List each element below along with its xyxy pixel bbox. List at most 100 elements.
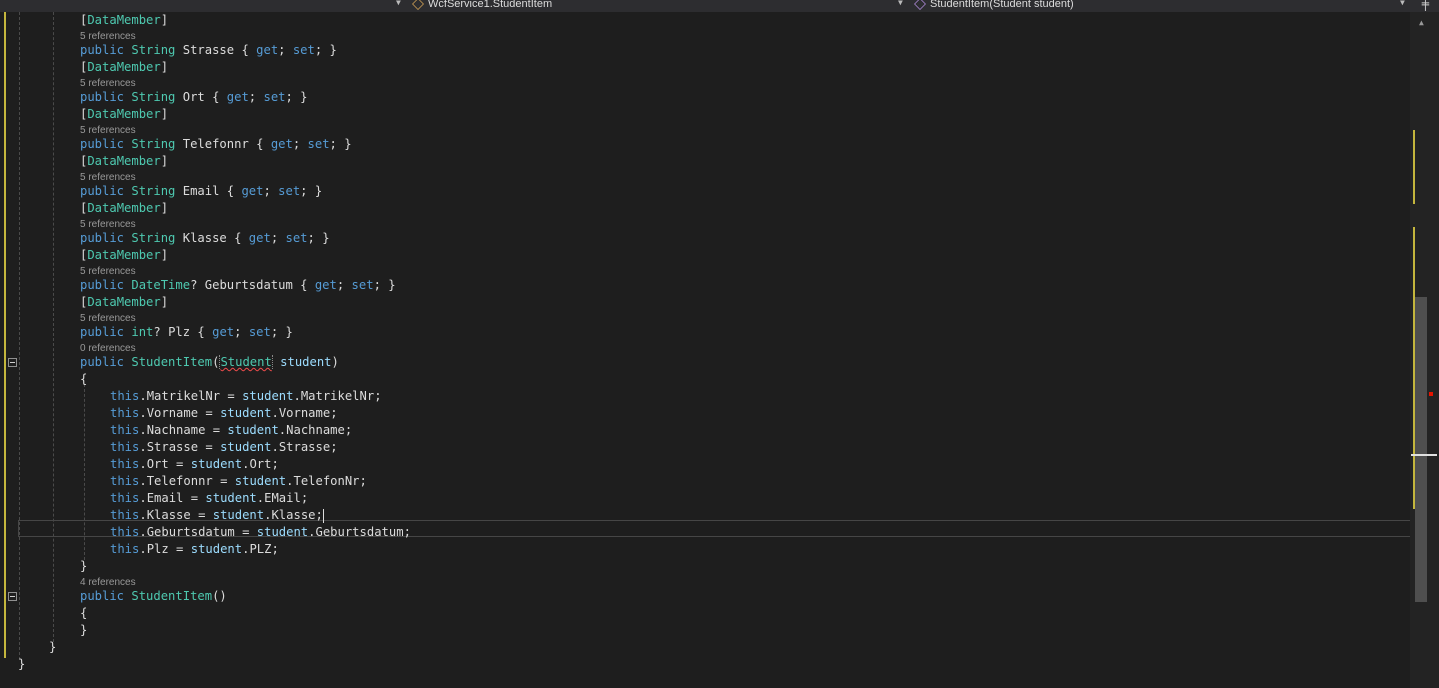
property-name: Plz <box>168 325 191 339</box>
punct: ; <box>344 423 353 437</box>
punct: } <box>80 623 88 637</box>
assignment-line[interactable]: this.Klasse = student.Klasse; <box>110 507 324 524</box>
vertical-scrollbar[interactable]: ▲ <box>1410 12 1439 688</box>
punct: = <box>234 525 257 539</box>
member-name: Vorname <box>278 406 331 420</box>
keyword: public <box>80 278 125 292</box>
brace-line[interactable]: } <box>18 656 25 673</box>
assignment-line[interactable]: this.MatrikelNr = student.MatrikelNr; <box>110 388 382 405</box>
type-name: String <box>131 90 176 104</box>
assignment-line[interactable]: this.Telefonnr = student.TelefonNr; <box>110 473 367 490</box>
attribute-line[interactable]: [DataMember] <box>80 59 168 76</box>
variable: student <box>256 525 309 539</box>
property-declaration[interactable]: public String Telefonnr { get; set; } <box>80 136 352 153</box>
keyword: get <box>270 137 293 151</box>
scrollbar-thumb[interactable] <box>1415 297 1427 602</box>
punct: ; <box>278 43 293 57</box>
member-dropdown[interactable]: WcfService1.StudentItem <box>412 0 552 12</box>
attribute-line[interactable]: [DataMember] <box>80 247 168 264</box>
code-editor[interactable]: [DataMember] 5 references public String St… <box>0 12 1411 688</box>
keyword: this <box>110 406 140 420</box>
assignment-line[interactable]: this.Plz = student.PLZ; <box>110 541 279 558</box>
collapse-toggle[interactable] <box>8 358 17 367</box>
type-name: int <box>131 325 154 339</box>
punct: ; } <box>314 43 337 57</box>
brace-line[interactable]: { <box>80 371 87 388</box>
punct: . <box>139 491 147 505</box>
punct: . <box>139 406 147 420</box>
chevron-down-icon[interactable]: ▼ <box>396 0 401 7</box>
keyword: set <box>351 278 374 292</box>
punct: ; } <box>300 184 323 198</box>
property-declaration[interactable]: public String Email { get; set; } <box>80 183 322 200</box>
punct: . <box>139 389 147 403</box>
attribute-line[interactable]: [DataMember] <box>80 200 168 217</box>
keyword: public <box>80 355 125 369</box>
keyword: this <box>110 389 140 403</box>
assignment-line[interactable]: this.Geburtsdatum = student.Geburtsdatum… <box>110 524 411 541</box>
property-declaration[interactable]: public DateTime? Geburtsdatum { get; set… <box>80 277 396 294</box>
attribute-line[interactable]: [DataMember] <box>80 153 168 170</box>
brace-line[interactable]: } <box>80 622 87 639</box>
punct: ] <box>160 295 169 309</box>
variable: student <box>220 406 272 420</box>
keyword: this <box>110 542 140 556</box>
punct: = <box>212 474 235 488</box>
punct: = <box>198 440 221 454</box>
punct: ; <box>330 440 338 454</box>
assignment-line[interactable]: this.Email = student.EMail; <box>110 490 308 507</box>
punct: } <box>80 559 88 573</box>
member-name: Nachname <box>286 423 345 437</box>
property-declaration[interactable]: public String Klasse { get; set; } <box>80 230 330 247</box>
punct: ; <box>300 491 309 505</box>
scroll-up-icon[interactable]: ▲ <box>1419 18 1424 27</box>
punct: ; <box>330 406 338 420</box>
punct: ; } <box>285 90 308 104</box>
variable: student <box>220 440 272 454</box>
assignment-line[interactable]: this.Ort = student.Ort; <box>110 456 279 473</box>
brace-line[interactable]: } <box>80 558 87 575</box>
punct: ; <box>234 325 249 339</box>
assignment-line[interactable]: this.Nachname = student.Nachname; <box>110 422 352 439</box>
keyword: set <box>292 43 315 57</box>
punct: () <box>212 589 227 603</box>
keyword: get <box>212 325 235 339</box>
method-dropdown[interactable]: StudentItem(Student student) <box>914 0 1074 12</box>
property-name: Ort <box>182 90 205 104</box>
assignment-line[interactable]: this.Strasse = student.Strasse; <box>110 439 338 456</box>
property-declaration[interactable]: public int? Plz { get; set; } <box>80 324 293 341</box>
constructor-signature[interactable]: public StudentItem() <box>80 588 227 605</box>
punct: ; } <box>307 231 330 245</box>
assignment-line[interactable]: this.Vorname = student.Vorname; <box>110 405 338 422</box>
attribute-name: DataMember <box>87 60 161 74</box>
punct: ) <box>331 355 339 369</box>
property-declaration[interactable]: public String Ort { get; set; } <box>80 89 308 106</box>
member-name: Telefonnr <box>146 474 213 488</box>
brace-line[interactable]: } <box>49 639 56 656</box>
attribute-line[interactable]: [DataMember] <box>80 294 168 311</box>
punct: { <box>226 231 249 245</box>
member-dropdown-label: WcfService1.StudentItem <box>428 0 553 10</box>
member-name: Geburtsdatum <box>146 525 235 539</box>
punct: { <box>80 606 88 620</box>
keyword: get <box>314 278 337 292</box>
chevron-down-icon[interactable]: ▼ <box>898 0 903 7</box>
punct: ; <box>271 542 279 556</box>
punct: } <box>49 640 57 654</box>
chevron-down-icon[interactable]: ▼ <box>1400 0 1405 7</box>
attribute-line[interactable]: [DataMember] <box>80 12 168 29</box>
punct: = <box>168 542 191 556</box>
brace-line[interactable]: { <box>80 605 87 622</box>
indent-guide <box>19 12 20 660</box>
attribute-line[interactable]: [DataMember] <box>80 106 168 123</box>
property-name: Telefonnr <box>182 137 249 151</box>
collapse-toggle[interactable] <box>8 592 17 601</box>
constructor-signature[interactable]: public StudentItem(Student student) <box>80 354 339 371</box>
split-window-icon[interactable]: ╪ <box>1422 0 1429 11</box>
property-name: Email <box>182 184 220 198</box>
property-name: Geburtsdatum <box>204 278 293 292</box>
property-declaration[interactable]: public String Strasse { get; set; } <box>80 42 337 59</box>
